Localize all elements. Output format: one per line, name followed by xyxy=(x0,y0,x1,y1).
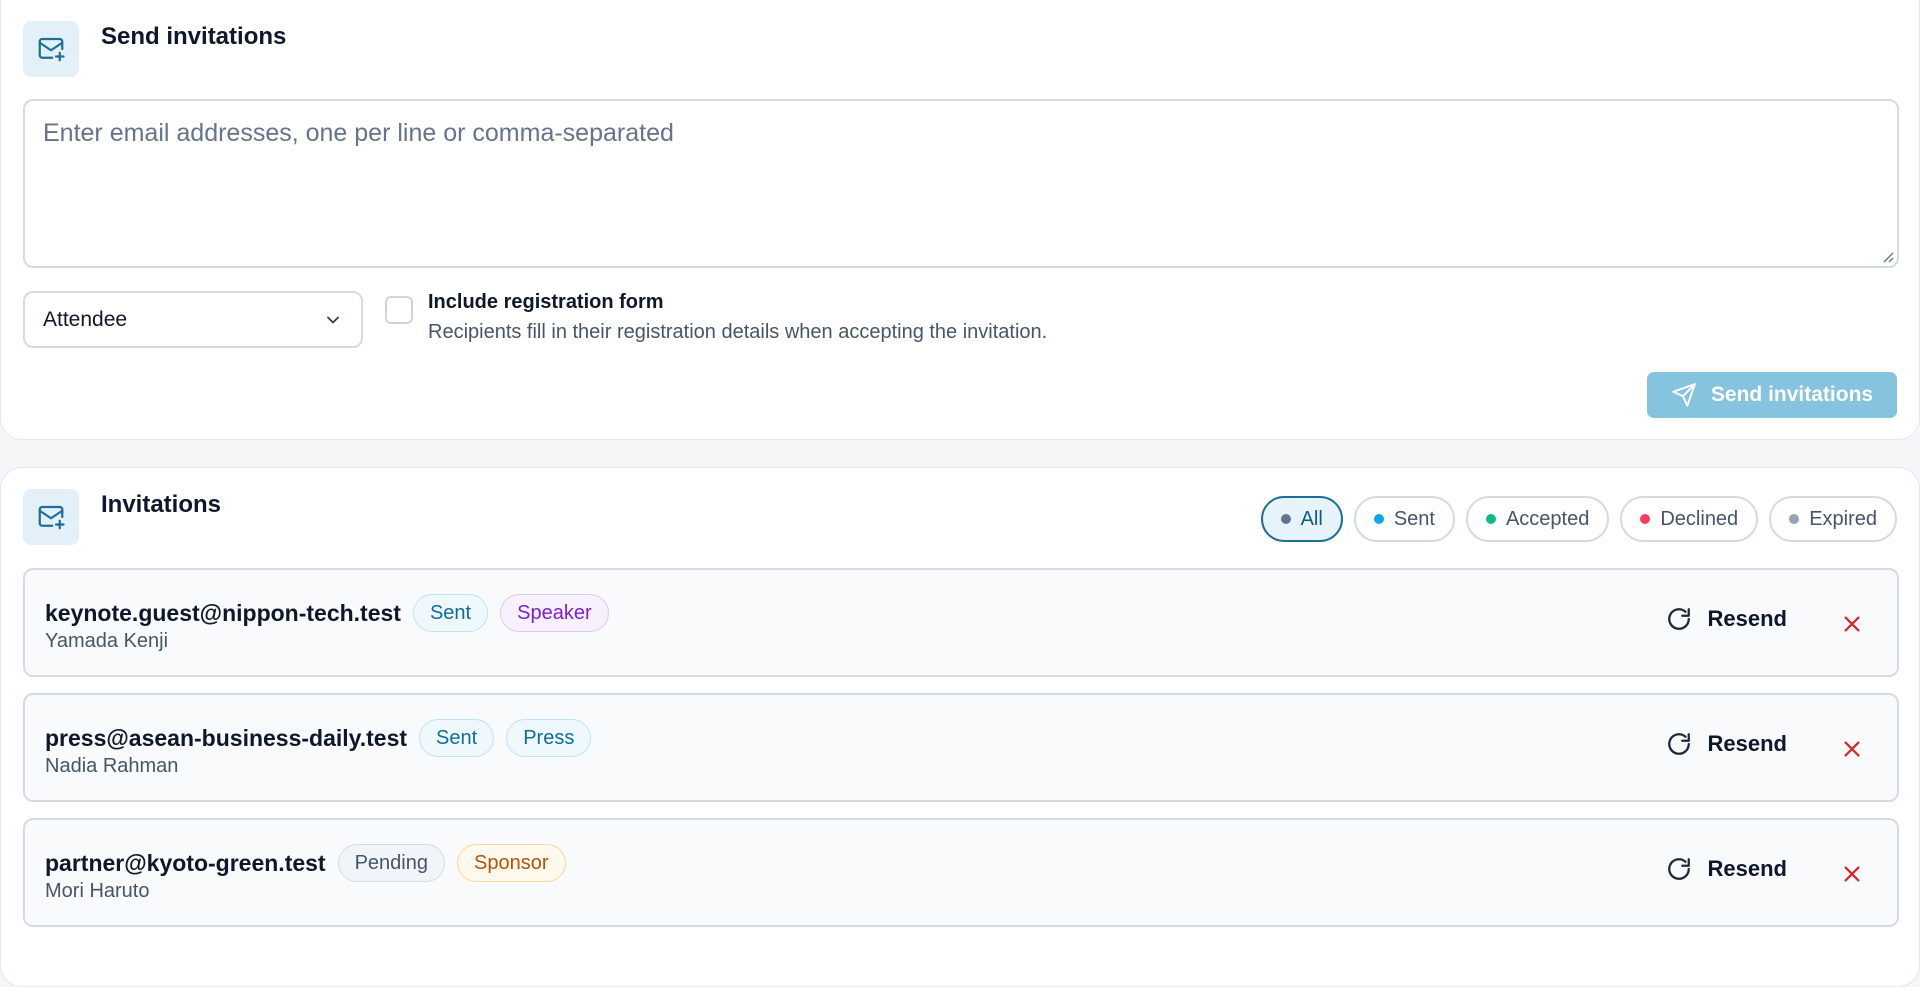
mail-plus-icon xyxy=(23,21,79,77)
invitations-title: Invitations xyxy=(101,491,222,518)
email-addresses-textarea[interactable]: Enter email addresses, one per line or c… xyxy=(23,99,1899,268)
send-invitations-button[interactable]: Send invitations xyxy=(1647,372,1897,418)
send-invitations-card: Send invitations Enter email addresses, … xyxy=(0,0,1920,440)
status-dot xyxy=(1373,514,1384,524)
invitation-row: press@asean-business-daily.test Sent Pre… xyxy=(23,693,1899,802)
close-icon xyxy=(1844,866,1860,882)
status-badge: Sent xyxy=(419,719,495,757)
role-badge: Speaker xyxy=(500,594,609,632)
refresh-icon xyxy=(1667,858,1690,880)
include-registration-checkbox[interactable] xyxy=(385,296,413,324)
resend-button[interactable]: Resend xyxy=(1666,606,1787,632)
resend-label: Resend xyxy=(1707,731,1787,756)
invitation-row: keynote.guest@nippon-tech.test Sent Spea… xyxy=(23,568,1899,677)
status-dot xyxy=(1280,514,1291,524)
status-dot xyxy=(1640,514,1651,524)
invitee-name: Mori Haruto xyxy=(45,880,150,902)
role-badge: Sponsor xyxy=(457,844,566,882)
refresh-icon xyxy=(1667,733,1690,755)
filter-label: All xyxy=(1300,507,1323,530)
send-invitations-label: Send invitations xyxy=(1710,383,1874,406)
resend-label: Resend xyxy=(1707,606,1787,631)
filter-label: Declined xyxy=(1660,507,1739,530)
close-icon xyxy=(1844,741,1860,757)
refresh-icon xyxy=(1667,608,1690,630)
role-select[interactable]: Attendee xyxy=(23,291,363,348)
filter-accepted[interactable]: Accepted xyxy=(1465,496,1610,542)
invitee-name: Yamada Kenji xyxy=(45,630,169,652)
close-icon xyxy=(1844,616,1860,632)
resend-label: Resend xyxy=(1707,856,1787,881)
invitation-row: partner@kyoto-green.test Pending Sponsor… xyxy=(23,818,1899,927)
email-addresses-placeholder: Enter email addresses, one per line or c… xyxy=(43,119,674,147)
filter-expired[interactable]: Expired xyxy=(1769,496,1897,542)
mail-plus-icon xyxy=(23,489,79,545)
filter-sent[interactable]: Sent xyxy=(1353,496,1455,542)
invitee-name: Nadia Rahman xyxy=(45,755,179,777)
invitation-email: press@asean-business-daily.test xyxy=(45,724,408,751)
invitation-email: keynote.guest@nippon-tech.test xyxy=(45,599,401,626)
status-dot xyxy=(1789,514,1800,524)
resend-button[interactable]: Resend xyxy=(1666,856,1787,882)
remove-invitation-button[interactable] xyxy=(1837,859,1867,889)
role-select-value: Attendee xyxy=(43,307,128,331)
chevron-down-icon xyxy=(327,316,339,323)
compose-title: Send invitations xyxy=(101,23,287,50)
filter-label: Expired xyxy=(1809,507,1877,530)
invitation-email: partner@kyoto-green.test xyxy=(45,849,326,876)
include-registration-description: Recipients fill in their registration de… xyxy=(428,321,1048,343)
status-badge: Sent xyxy=(412,594,489,632)
include-registration-label[interactable]: Include registration form xyxy=(428,291,664,314)
role-badge: Press xyxy=(506,719,592,757)
resize-grip-icon[interactable] xyxy=(1880,249,1894,263)
status-filter-group: All Sent Accepted Declined Expired xyxy=(1260,496,1897,542)
remove-invitation-button[interactable] xyxy=(1837,734,1867,764)
filter-declined[interactable]: Declined xyxy=(1620,496,1759,542)
filter-label: Accepted xyxy=(1505,507,1590,530)
resend-button[interactable]: Resend xyxy=(1666,731,1787,757)
send-icon xyxy=(1672,383,1696,407)
invitations-card: Invitations All Sent Accepted Declined E… xyxy=(0,467,1920,987)
status-dot xyxy=(1485,514,1496,524)
filter-all[interactable]: All xyxy=(1260,496,1343,542)
remove-invitation-button[interactable] xyxy=(1837,609,1867,639)
filter-label: Sent xyxy=(1393,507,1435,530)
status-badge: Pending xyxy=(337,844,445,882)
